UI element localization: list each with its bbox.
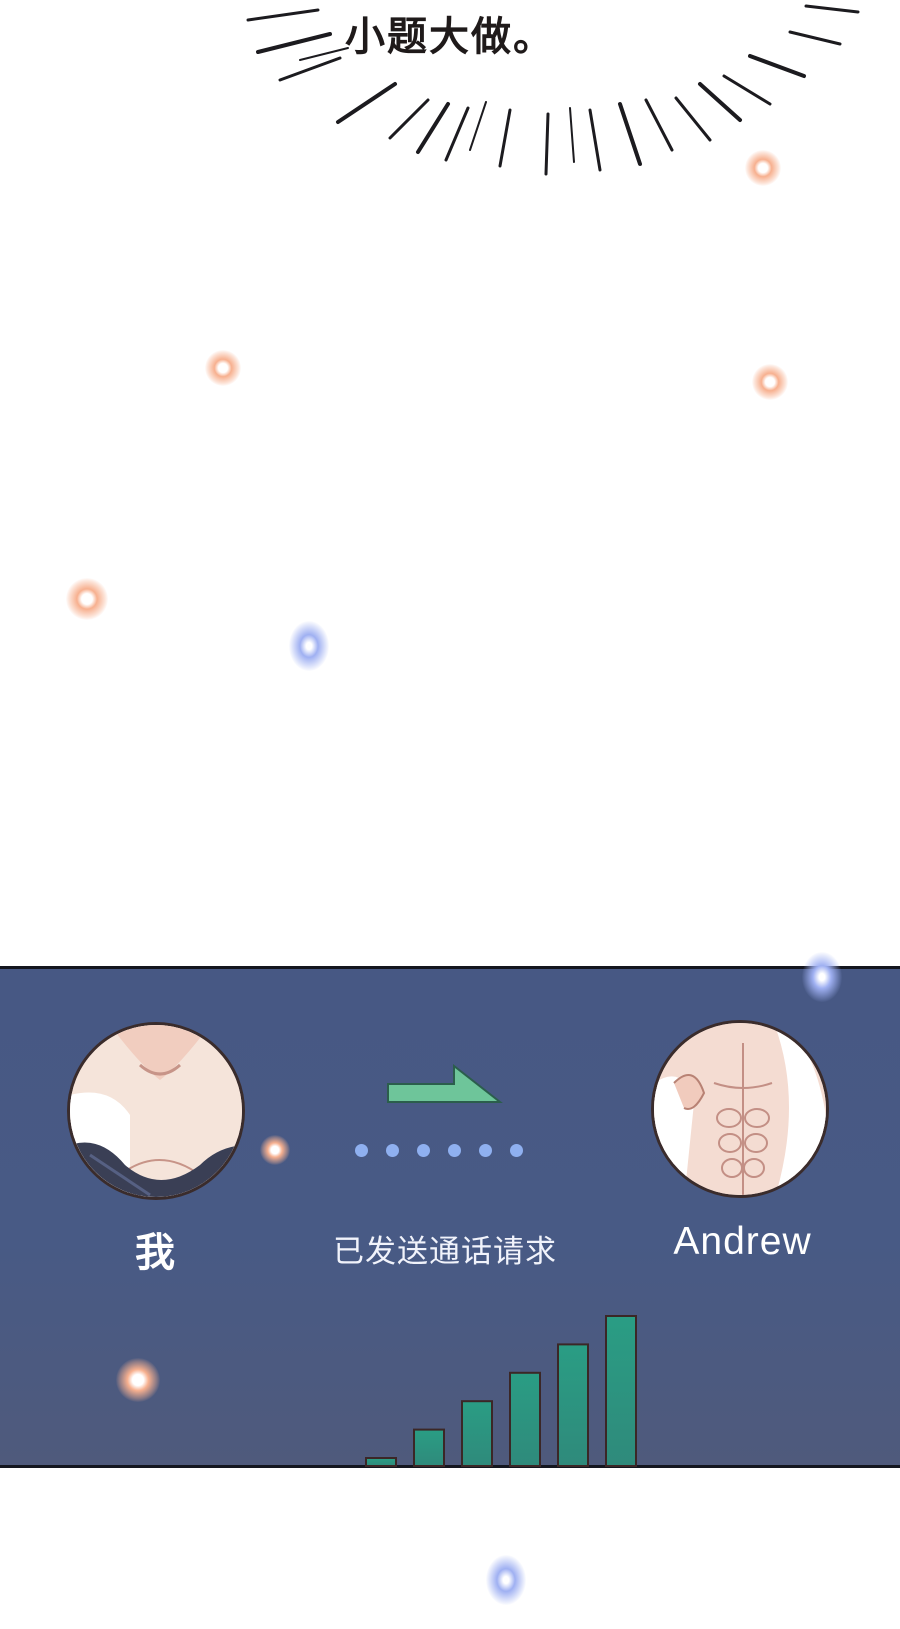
glow-orb xyxy=(66,578,108,620)
signal-strength-icon xyxy=(365,1315,637,1468)
dot xyxy=(355,1144,368,1157)
dot xyxy=(448,1144,461,1157)
dot xyxy=(386,1144,399,1157)
dot xyxy=(510,1144,523,1157)
glow-orb xyxy=(486,1555,526,1605)
callee-name: Andrew xyxy=(673,1220,812,1263)
dot xyxy=(417,1144,430,1157)
signal-bar xyxy=(605,1315,637,1467)
caller-name: 我 xyxy=(135,1231,175,1275)
connecting-dots xyxy=(355,1144,523,1157)
dot xyxy=(479,1144,492,1157)
arrow-right-icon xyxy=(387,1064,503,1103)
signal-bar xyxy=(461,1400,493,1467)
glow-orb xyxy=(205,350,241,386)
caller-avatar[interactable] xyxy=(67,1022,245,1200)
caption-text: 小题大做。 xyxy=(345,14,555,60)
glow-orb xyxy=(752,364,788,400)
signal-bar xyxy=(413,1428,445,1468)
glow-orb xyxy=(289,621,329,671)
signal-bar xyxy=(509,1371,541,1467)
call-status-text: 已发送通话请求 xyxy=(333,1234,557,1270)
callee-avatar[interactable] xyxy=(651,1020,829,1198)
signal-bar xyxy=(365,1457,397,1467)
signal-bar xyxy=(557,1343,589,1467)
